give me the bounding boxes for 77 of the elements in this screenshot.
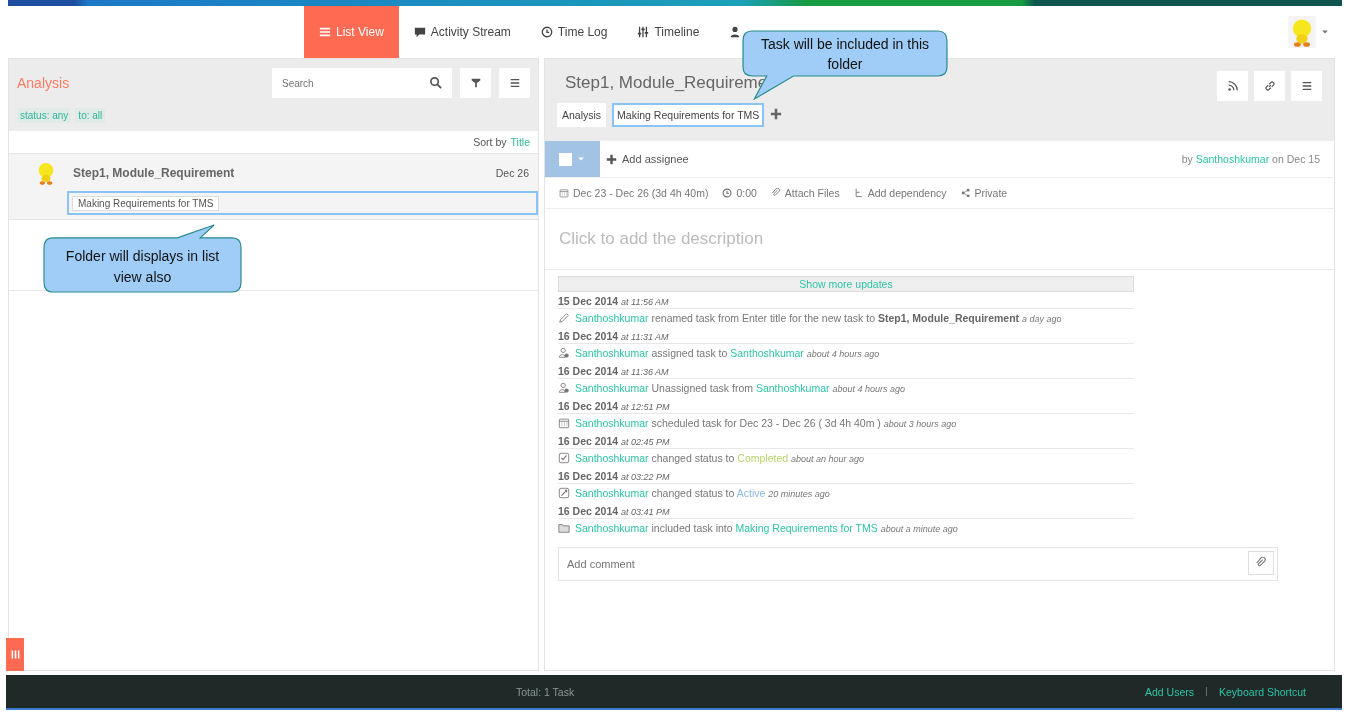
- nav-tab[interactable]: Timeline: [622, 6, 715, 58]
- sort-label: Sort by: [473, 136, 507, 148]
- paperclip-icon: [1255, 557, 1267, 569]
- detail-button[interactable]: Attach Files: [770, 187, 840, 199]
- update-date: 16 Dec 2014 at 12:51 PM: [558, 397, 1134, 414]
- update-text: Santhoshkumar scheduled task for Dec 23 - Dec 26 ( 3d 4h 40m ) about 3 hours ago: [575, 417, 957, 429]
- menu-button[interactable]: [1291, 71, 1322, 101]
- calendar-icon: [559, 188, 569, 198]
- search-field[interactable]: Search: [272, 68, 452, 98]
- rss-button[interactable]: [1217, 71, 1248, 101]
- update-text: Santhoshkumar changed status to Completed about an hour ago: [575, 452, 865, 464]
- menu-icon: [1300, 80, 1313, 92]
- folder-title: Analysis: [17, 75, 71, 91]
- update-date: 15 Dec 2014 at 11:56 AM: [558, 292, 1134, 309]
- sliders-icon: [637, 26, 650, 38]
- person-icon: [558, 382, 570, 394]
- comment-field[interactable]: Add comment: [558, 547, 1278, 581]
- nav-tab[interactable]: List View: [304, 6, 399, 58]
- pencil-icon: [558, 312, 570, 324]
- checkbox-icon: [558, 452, 570, 464]
- sort-link[interactable]: Title: [510, 136, 530, 148]
- detail-button[interactable]: Dec 23 - Dec 26 (3d 4h 40m): [559, 187, 709, 199]
- task-count: Total: 1 Task: [516, 685, 575, 698]
- detail-button[interactable]: Add dependency: [853, 187, 947, 199]
- footer-link[interactable]: Add Users: [1145, 685, 1195, 698]
- callout-text: Task will be included in this folder: [760, 35, 930, 75]
- folder-chip[interactable]: Analysis: [557, 103, 607, 127]
- checkbox[interactable]: [559, 152, 572, 166]
- plus-icon: [606, 153, 617, 165]
- update-text: Santhoshkumar renamed task from Enter title for the new task to Step1, Module_Requirement a day ago: [575, 312, 1062, 324]
- person-icon: [558, 347, 570, 359]
- menu-icon: [508, 77, 521, 89]
- person-icon: [729, 26, 742, 38]
- paperclip-icon: [770, 188, 781, 198]
- detail-button[interactable]: Private: [960, 187, 1008, 199]
- update-date: 16 Dec 2014 at 11:36 AM: [558, 362, 1134, 379]
- add-assignee-button[interactable]: Add assignee: [606, 153, 689, 165]
- attach-button[interactable]: [1248, 551, 1274, 575]
- task-date: Dec 26: [495, 167, 529, 179]
- calendar-icon: [558, 417, 570, 429]
- menu-button[interactable]: [499, 68, 530, 98]
- update-text: Santhoshkumar changed status to Active 20 minutes ago: [575, 487, 830, 499]
- author-line: by Santhoshkumar on Dec 15: [1181, 153, 1320, 165]
- update-date: 16 Dec 2014 at 03:41 PM: [558, 502, 1134, 519]
- folder-tag[interactable]: Making Requirements for TMS: [72, 196, 220, 211]
- clock-icon: [540, 26, 553, 38]
- folder-icon: [558, 522, 570, 534]
- plus-icon: [770, 108, 783, 120]
- task-title: Step1, Module_Requirement: [73, 166, 236, 180]
- link-icon: [1263, 80, 1276, 92]
- clock-icon: [722, 188, 733, 198]
- update-text: Santhoshkumar Unassigned task from Santhoshkumar about 4 hours ago: [575, 382, 905, 394]
- update-text: Santhoshkumar assigned task to Santhoshkumar about 4 hours ago: [575, 347, 880, 359]
- update-text: Santhoshkumar included task into Making Requirements for TMS about a minute ago: [575, 522, 958, 534]
- task-row[interactable]: Step1, Module_Requirement Dec 26 Making Requirements for TMS: [9, 154, 538, 220]
- nav-tab[interactable]: Time Log: [525, 6, 623, 58]
- dependency-icon: [853, 188, 864, 198]
- panel-handle[interactable]: [6, 638, 24, 671]
- rss-icon: [1226, 80, 1239, 92]
- share-icon: [960, 188, 971, 198]
- folder-chip[interactable]: Making Requirements for TMS: [612, 103, 765, 127]
- list-icon: [319, 26, 331, 38]
- comment-icon: [413, 26, 426, 38]
- avatar-icon: [1288, 16, 1316, 48]
- detail-button[interactable]: 0:00: [722, 187, 757, 199]
- search-icon: [429, 76, 442, 89]
- update-date: 16 Dec 2014 at 03:22 PM: [558, 467, 1134, 484]
- filter-button[interactable]: [460, 68, 491, 98]
- nav-tab[interactable]: Activity Stream: [398, 6, 526, 58]
- update-date: 16 Dec 2014 at 11:31 AM: [558, 327, 1134, 344]
- footer-link[interactable]: Keyboard Shortcut: [1219, 685, 1306, 698]
- link-button[interactable]: [1254, 71, 1285, 101]
- update-date: 16 Dec 2014 at 02:45 PM: [558, 432, 1134, 449]
- bars-icon: [9, 649, 21, 660]
- status-icon: [558, 487, 570, 499]
- filter-icon: [469, 77, 482, 89]
- callout-text: Folder will displays in list view also: [64, 247, 221, 287]
